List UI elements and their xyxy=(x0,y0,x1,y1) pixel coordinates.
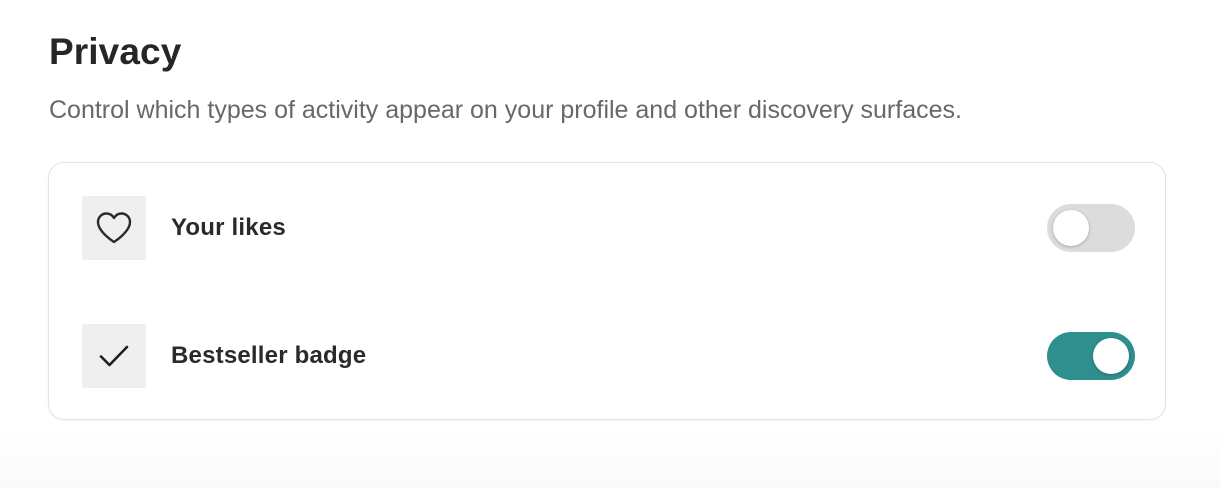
bestseller-badge-toggle[interactable] xyxy=(1047,332,1135,380)
toggle-knob xyxy=(1093,338,1129,374)
setting-row-your-likes: Your likes xyxy=(82,196,1135,260)
setting-label-bestseller-badge: Bestseller badge xyxy=(171,342,367,369)
your-likes-toggle[interactable] xyxy=(1047,204,1135,252)
section-description: Control which types of activity appear o… xyxy=(49,96,962,124)
checkmark-icon xyxy=(82,324,146,388)
privacy-settings-card: Your likes Bestseller badge xyxy=(48,162,1166,420)
section-title: Privacy xyxy=(49,31,182,72)
setting-label-your-likes: Your likes xyxy=(171,214,286,241)
toggle-knob xyxy=(1053,210,1089,246)
heart-icon xyxy=(82,196,146,260)
setting-row-bestseller-badge: Bestseller badge xyxy=(82,324,1135,388)
bottom-fade xyxy=(0,428,1220,488)
